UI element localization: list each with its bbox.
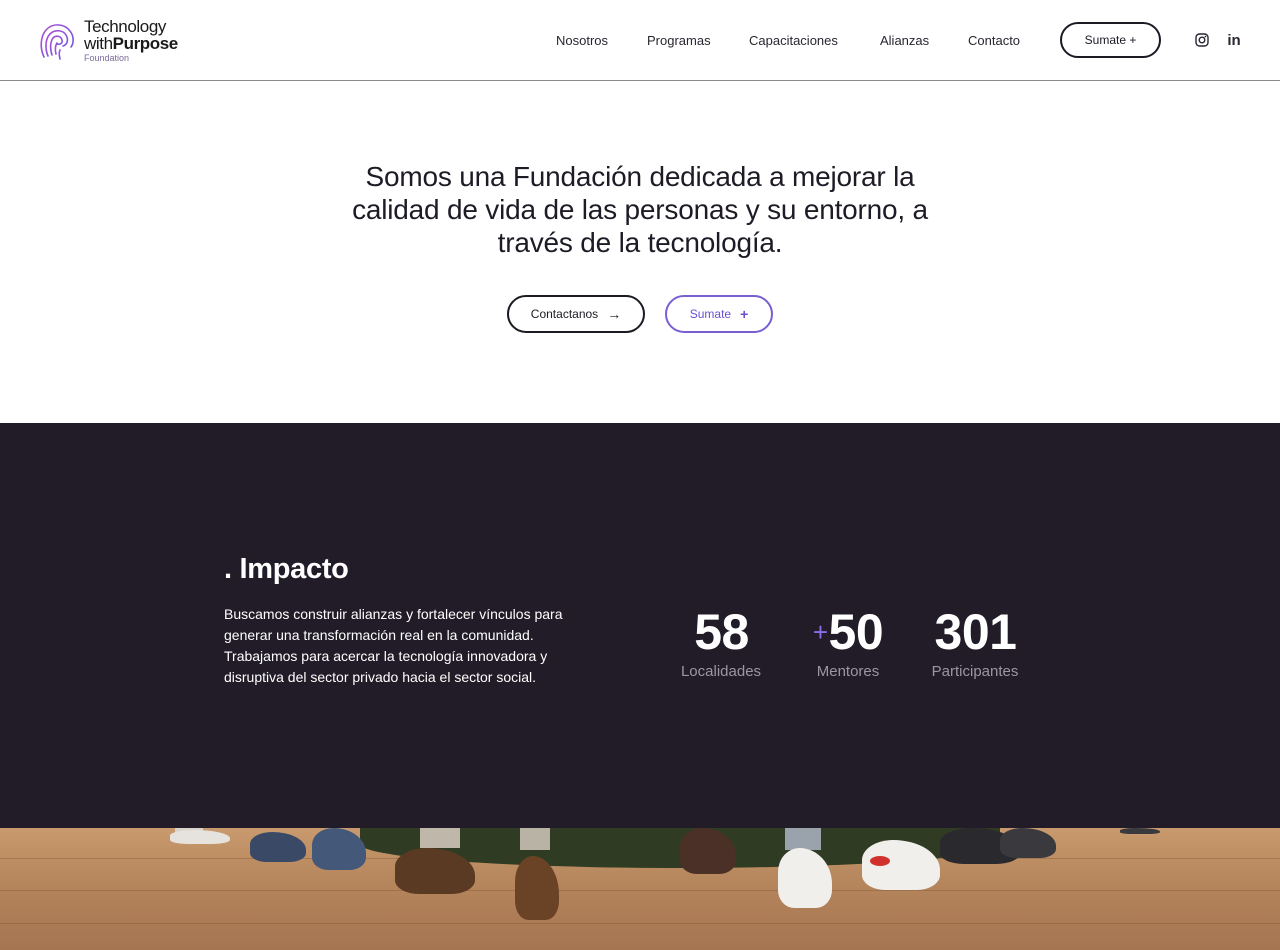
nav-item-nosotros[interactable]: Nosotros xyxy=(556,31,608,51)
stat-mentores: +50 Mentores xyxy=(778,605,918,680)
instagram-glyph-icon xyxy=(1195,33,1209,47)
sneaker xyxy=(312,828,366,870)
contact-button-label: Contactanos xyxy=(530,307,599,321)
floor-plank-line xyxy=(0,890,1280,891)
nav-item-contacto[interactable]: Contacto xyxy=(968,31,1020,51)
linkedin-icon[interactable]: in xyxy=(1226,31,1242,49)
floor-plank-line xyxy=(0,923,1280,924)
impact-description: Buscamos construir alianzas y fortalecer… xyxy=(224,606,563,685)
stat-label: Localidades xyxy=(680,663,762,680)
stat-prefix: + xyxy=(812,617,828,647)
site-header: Technology withPurpose Foundation Nosotr… xyxy=(0,0,1280,81)
plus-icon: + xyxy=(740,306,749,322)
join-button[interactable]: Sumate + xyxy=(665,295,773,333)
stat-value: 301 xyxy=(905,605,1045,659)
nav-item-programas[interactable]: Programas xyxy=(647,31,711,51)
sneaker xyxy=(1000,828,1056,858)
leg xyxy=(520,828,550,850)
stat-label: Mentores xyxy=(816,663,880,680)
stat-participantes: 301 Participantes xyxy=(905,605,1045,680)
arrow-right-icon: → xyxy=(607,306,622,322)
stat-number: 301 xyxy=(934,604,1017,660)
sneaker xyxy=(170,830,230,844)
logo-line-3: Foundation xyxy=(84,53,130,63)
sneaker xyxy=(250,832,306,862)
join-button-label: Sumate xyxy=(689,307,732,321)
stat-localidades: 58 Localidades xyxy=(651,605,791,680)
hero-title: Somos una Fundación dedicada a mejorar l… xyxy=(352,161,928,258)
stat-label: Participantes xyxy=(931,663,1019,680)
impact-section: . Impacto Buscamos construir alianzas y … xyxy=(0,423,1280,828)
impact-title: . Impacto xyxy=(224,553,349,585)
contact-button[interactable]: Contactanos → xyxy=(507,295,645,333)
nav-item-alianzas[interactable]: Alianzas xyxy=(880,31,929,51)
red-swoosh xyxy=(870,856,890,866)
stat-number: 58 xyxy=(694,604,749,660)
stat-value: +50 xyxy=(778,605,918,659)
stat-number: 50 xyxy=(828,604,884,660)
sneaker xyxy=(1120,828,1160,834)
sumate-header-button[interactable]: Sumate + xyxy=(1060,22,1161,58)
leg xyxy=(785,828,821,850)
team-photo xyxy=(0,828,1280,950)
leg xyxy=(420,828,460,848)
nav-item-capacitaciones[interactable]: Capacitaciones xyxy=(749,31,838,51)
instagram-icon[interactable] xyxy=(1194,31,1210,49)
stat-value: 58 xyxy=(651,605,791,659)
